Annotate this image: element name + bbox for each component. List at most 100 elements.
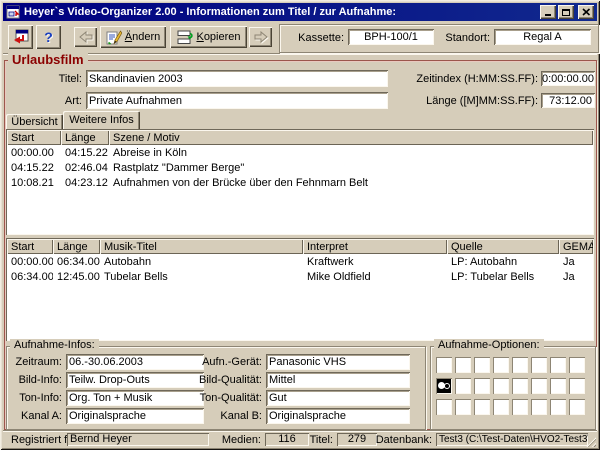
film-title-caption: Urlaubsfilm — [8, 52, 88, 67]
column-header-musik-titel[interactable]: Musik-Titel — [100, 239, 303, 254]
option-cell[interactable] — [474, 399, 490, 415]
kopieren-button[interactable]: Kopieren — [170, 26, 247, 48]
option-cell[interactable] — [436, 378, 452, 394]
maximize-button[interactable] — [558, 5, 574, 19]
titel-input[interactable] — [86, 70, 388, 87]
column-header-start[interactable]: Start — [7, 130, 61, 145]
option-cell[interactable] — [493, 357, 509, 373]
column-header-szene[interactable]: Szene / Motiv — [109, 130, 593, 145]
aendern-label: Ändern — [125, 31, 160, 43]
next-button[interactable] — [249, 27, 272, 47]
column-header-laenge[interactable]: Länge — [53, 239, 100, 254]
zeitindex-label: Zeitindex (H:MM:SS.FF): — [388, 73, 538, 85]
datenbank-label: Datenbank: — [375, 434, 432, 446]
table-cell: LP: Autobahn — [447, 254, 559, 269]
art-label: Art: — [10, 95, 82, 107]
option-cell[interactable] — [436, 357, 452, 373]
table-cell: 04:15.22 — [7, 160, 61, 175]
close-button[interactable] — [578, 5, 594, 19]
aufnahme-optionen-caption: Aufnahme-Optionen: — [434, 339, 544, 351]
option-cell[interactable] — [474, 378, 490, 394]
option-cell[interactable] — [493, 399, 509, 415]
aufn-geraet-input[interactable] — [266, 354, 410, 370]
kanal-a-label: Kanal A: — [8, 410, 62, 422]
option-cell[interactable] — [512, 399, 528, 415]
table-cell: 04:23.12 — [61, 175, 109, 190]
art-input[interactable] — [86, 92, 388, 109]
titel-count: 279 — [337, 433, 377, 446]
column-header-interpret[interactable]: Interpret — [303, 239, 447, 254]
previous-button[interactable] — [74, 27, 97, 47]
column-header-start[interactable]: Start — [7, 239, 53, 254]
help-button[interactable]: ? — [36, 25, 61, 49]
option-cell[interactable] — [436, 399, 452, 415]
aendern-button[interactable]: Ändern — [100, 26, 166, 48]
ton-info-input[interactable] — [66, 390, 204, 406]
table-cell: Mike Oldfield — [303, 269, 447, 284]
option-cell[interactable] — [455, 378, 471, 394]
option-cell[interactable] — [455, 399, 471, 415]
table-cell: 04:15.22 — [61, 145, 109, 160]
option-cell[interactable] — [493, 378, 509, 394]
tab-uebersicht[interactable]: Übersicht — [6, 114, 63, 129]
column-header-quelle[interactable]: Quelle — [447, 239, 559, 254]
option-cell[interactable] — [550, 399, 566, 415]
option-cell[interactable] — [531, 378, 547, 394]
statusbar: Registriert für Bernd Heyer Medien: 116 … — [3, 430, 597, 448]
bild-info-label: Bild-Info: — [8, 374, 62, 386]
music-table: Start Länge Musik-Titel Interpret Quelle… — [6, 238, 594, 341]
standort-label: Standort: — [444, 32, 490, 44]
table-cell: Abreise in Köln — [109, 145, 593, 160]
table-cell: 06:34.00 — [7, 269, 53, 284]
table-row[interactable]: 00:00.0004:15.22Abreise in Köln — [7, 145, 593, 160]
bild-qualitaet-label: Bild-Qualität: — [196, 374, 262, 386]
bild-info-input[interactable] — [66, 372, 204, 388]
bild-qualitaet-input[interactable] — [266, 372, 410, 388]
toolbar: ? Ändern Kopieren — [3, 21, 597, 54]
minimize-icon — [545, 14, 551, 16]
table-cell: Tubelar Bells — [100, 269, 303, 284]
option-cell[interactable] — [455, 357, 471, 373]
table-row[interactable]: 04:15.2202:46.04Rastplatz "Dammer Berge" — [7, 160, 593, 175]
option-cell[interactable] — [512, 378, 528, 394]
option-cell[interactable] — [531, 399, 547, 415]
table-row[interactable]: 10:08.2104:23.12Aufnahmen von der Brücke… — [7, 175, 593, 190]
exit-button[interactable] — [8, 25, 33, 49]
table-cell: 10:08.21 — [7, 175, 61, 190]
column-header-gema[interactable]: GEMA — [559, 239, 593, 254]
option-cell[interactable] — [512, 357, 528, 373]
tab-weitere-infos[interactable]: Weitere Infos — [63, 111, 140, 129]
option-cell[interactable] — [531, 357, 547, 373]
zeitindex-input[interactable] — [541, 71, 595, 86]
option-cell[interactable] — [569, 399, 585, 415]
option-cell[interactable] — [550, 357, 566, 373]
kassette-label: Kassette: — [292, 32, 344, 44]
options-grid — [436, 357, 585, 415]
ton-info-label: Ton-Info: — [8, 392, 62, 404]
app-window: Heyer`s Video-Organizer 2.00 - Informati… — [0, 0, 600, 450]
option-cell[interactable] — [474, 357, 490, 373]
aufn-geraet-label: Aufn.-Gerät: — [196, 356, 262, 368]
table-cell: LP: Tubelar Bells — [447, 269, 559, 284]
standort-input[interactable] — [494, 29, 591, 45]
titel-count-label: Titel: — [303, 434, 333, 446]
option-cell[interactable] — [569, 357, 585, 373]
table-row[interactable]: 00:00.0006:34.00AutobahnKraftwerkLP: Aut… — [7, 254, 593, 269]
ton-qualitaet-input[interactable] — [266, 390, 410, 406]
column-header-laenge[interactable]: Länge — [61, 130, 109, 145]
app-icon[interactable] — [6, 5, 20, 19]
minimize-button[interactable] — [540, 5, 556, 19]
kassette-input[interactable] — [348, 29, 434, 45]
laenge-input[interactable] — [541, 93, 595, 108]
edit-pencil-icon — [106, 30, 122, 45]
kanal-b-input[interactable] — [266, 408, 410, 424]
option-cell[interactable] — [569, 378, 585, 394]
kanal-b-label: Kanal B: — [196, 410, 262, 422]
zeitraum-input[interactable] — [66, 354, 204, 370]
option-cell[interactable] — [550, 378, 566, 394]
table-row[interactable]: 06:34.0012:45.00Tubelar BellsMike Oldfie… — [7, 269, 593, 284]
kanal-a-input[interactable] — [66, 408, 204, 424]
table-cell: Ja — [559, 269, 593, 284]
laenge-label: Länge ([M]MM:SS.FF): — [388, 95, 538, 107]
zeitraum-label: Zeitraum: — [8, 356, 62, 368]
